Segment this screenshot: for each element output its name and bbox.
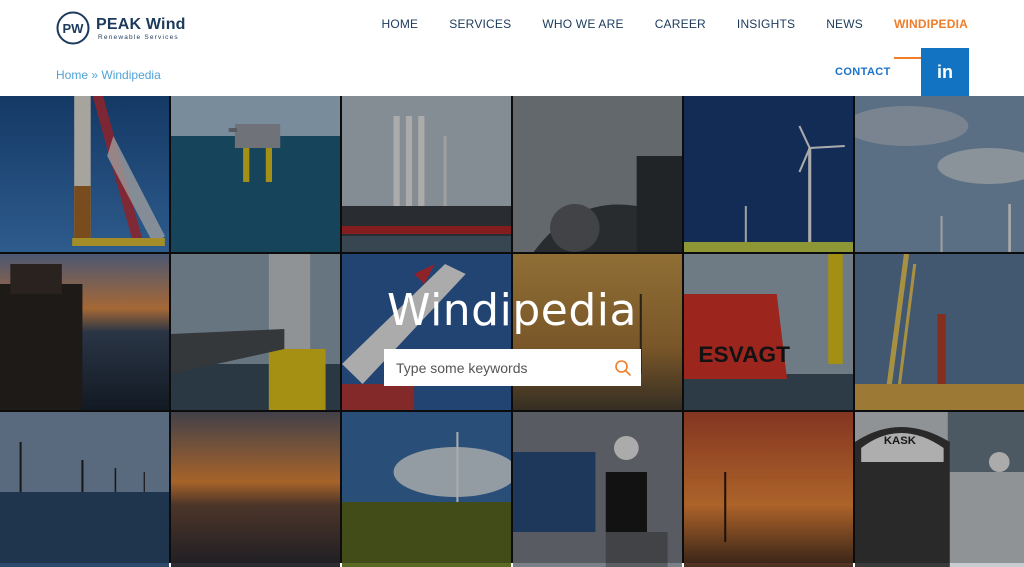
main-nav: HOME SERVICES WHO WE ARE CAREER INSIGHTS…: [350, 17, 968, 59]
photo-offshore-substation: [171, 96, 340, 252]
photo-sunflower-field: [342, 412, 511, 567]
nav-career[interactable]: CAREER: [655, 17, 706, 37]
photo-offshore-turbines-row: [0, 412, 169, 567]
nav-windipedia[interactable]: WINDIPEDIA: [894, 17, 968, 59]
breadcrumb-current: Windipedia: [101, 68, 161, 82]
search-box: [384, 349, 641, 386]
brand-tagline: Renewable Services: [98, 33, 179, 41]
breadcrumb: Home » Windipedia: [56, 68, 161, 82]
site-header: PW PEAK Wind Renewable Services HOME SER…: [0, 0, 1024, 96]
nav-who-we-are[interactable]: WHO WE ARE: [542, 17, 623, 37]
gallery-tile-sunflower-field[interactable]: [342, 412, 511, 567]
nav-insights[interactable]: INSIGHTS: [737, 17, 795, 37]
photo-technician-nacelle: [513, 412, 682, 567]
gallery-tile-installation-crane[interactable]: [0, 96, 169, 252]
nav-services[interactable]: SERVICES: [449, 17, 511, 37]
photo-turbines-cloudy-sky: [855, 96, 1024, 252]
breadcrumb-separator: »: [91, 68, 99, 82]
linkedin-button[interactable]: in: [921, 48, 969, 96]
vessel-lettering: ESVAGT: [698, 342, 790, 367]
gallery-tile-orange-sunset-turbines[interactable]: [684, 412, 853, 567]
peak-wind-logo-icon: PW: [56, 11, 90, 45]
photo-technicians-selfie: KASK: [855, 412, 1024, 567]
svg-text:PW: PW: [63, 21, 85, 36]
gallery-tile-turbines-cloudy-sky[interactable]: [855, 96, 1024, 252]
gallery-tile-technicians-selfie[interactable]: KASK: [855, 412, 1024, 567]
gallery-tile-offshore-turbines-row[interactable]: [0, 412, 169, 567]
gallery-tile-technician-nacelle[interactable]: [513, 412, 682, 567]
search-input[interactable]: [394, 358, 608, 377]
nav-news[interactable]: NEWS: [826, 17, 863, 37]
linkedin-icon: in: [937, 61, 953, 82]
photo-wind-turbine-field: [684, 96, 853, 252]
photo-installation-crane: [0, 96, 169, 252]
search-icon[interactable]: [614, 359, 632, 377]
contact-link[interactable]: CONTACT: [835, 66, 891, 78]
photo-orange-sunset-turbines: [684, 412, 853, 567]
gallery-tile-offshore-substation[interactable]: [171, 96, 340, 252]
gallery-tile-nacelle-closeup[interactable]: [513, 96, 682, 252]
breadcrumb-home[interactable]: Home: [56, 68, 88, 82]
photo-nacelle-closeup: [513, 96, 682, 252]
gallery-tile-sea-sunset[interactable]: [171, 412, 340, 567]
brand-logo[interactable]: PW PEAK Wind Renewable Services: [56, 10, 196, 46]
photo-sea-sunset: [171, 412, 340, 567]
helmet-lettering: KASK: [884, 435, 916, 447]
gallery-tile-jackup-vessel[interactable]: [342, 96, 511, 252]
gallery-tile-wind-turbine-field[interactable]: [684, 96, 853, 252]
nav-home[interactable]: HOME: [381, 17, 418, 37]
brand-name: PEAK Wind: [96, 15, 186, 33]
photo-jackup-vessel: [342, 96, 511, 252]
hero-title: Windipedia: [387, 285, 637, 336]
